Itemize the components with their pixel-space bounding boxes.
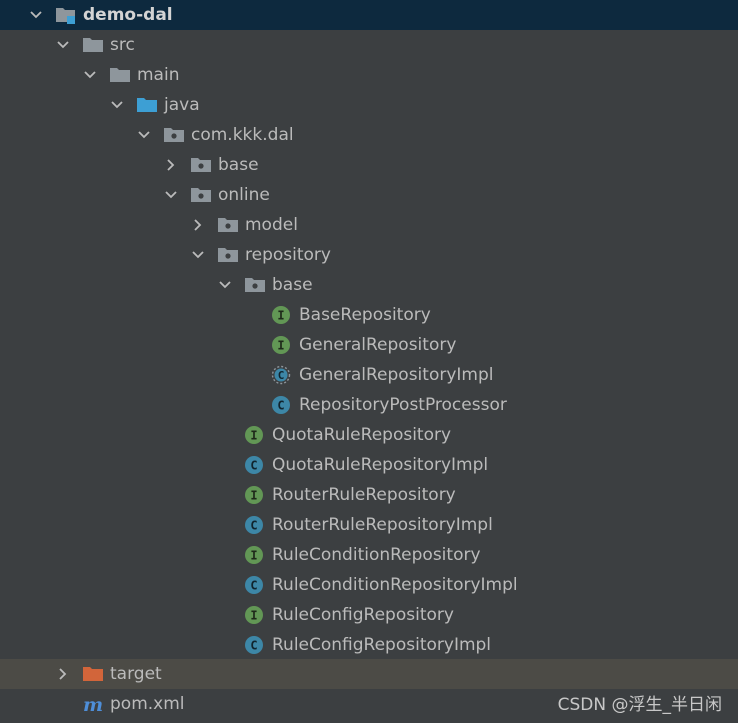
svg-text:m: m [83,694,103,714]
tree-node-label: RepositoryPostProcessor [299,395,507,415]
class-icon: C [271,395,291,415]
tree-node-java[interactable]: java [0,90,738,120]
svg-text:C: C [250,519,257,533]
chevron-down-icon[interactable] [218,278,232,292]
tree-node-label: base [272,275,313,295]
tree-node-package-com-kkk-dal[interactable]: com.kkk.dal [0,120,738,150]
tree-node-main[interactable]: main [0,60,738,90]
class-icon: C [244,575,264,595]
interface-icon: I [244,545,264,565]
svg-text:C: C [250,459,257,473]
tree-node-package-repository[interactable]: repository [0,240,738,270]
package-icon [217,215,238,235]
class-icon: C [244,515,264,535]
tree-node-file-quota-rule-repository[interactable]: I QuotaRuleRepository [0,420,738,450]
tree-node-label: pom.xml [110,694,185,714]
chevron-down-icon[interactable] [83,68,97,82]
abstract-class-icon: C [271,365,291,385]
package-icon [163,125,184,145]
tree-node-file-general-repository-impl[interactable]: C GeneralRepositoryImpl [0,360,738,390]
folder-icon [109,65,130,85]
svg-text:I: I [277,339,284,353]
class-icon: C [244,635,264,655]
interface-icon: I [271,305,291,325]
chevron-down-icon[interactable] [137,128,151,142]
svg-text:C: C [250,579,257,593]
tree-node-demo-dal[interactable]: demo-dal [0,0,738,30]
svg-text:I: I [250,489,257,503]
tree-node-file-quota-rule-repository-impl[interactable]: C QuotaRuleRepositoryImpl [0,450,738,480]
tree-node-file-rule-config-repository-impl[interactable]: C RuleConfigRepositoryImpl [0,630,738,660]
svg-text:C: C [277,399,284,413]
source-folder-icon [136,95,157,115]
tree-node-label: QuotaRuleRepository [272,425,452,445]
tree-node-label: RuleConfigRepositoryImpl [272,635,492,655]
chevron-down-icon[interactable] [29,8,43,22]
watermark: CSDN @浮生_半日闲 [557,695,722,715]
tree-node-file-rule-condition-repository[interactable]: I RuleConditionRepository [0,540,738,570]
package-icon [190,185,211,205]
tree-node-label: QuotaRuleRepositoryImpl [272,455,489,475]
tree-node-label: BaseRepository [299,305,431,325]
tree-node-target[interactable]: target [0,659,738,689]
tree-node-label: com.kkk.dal [191,125,294,145]
chevron-down-icon[interactable] [56,38,70,52]
svg-text:I: I [250,549,257,563]
tree-node-file-rule-condition-repository-impl[interactable]: C RuleConditionRepositoryImpl [0,570,738,600]
tree-node-src[interactable]: src [0,30,738,60]
chevron-right-icon[interactable] [164,158,178,172]
tree-node-label: base [218,155,259,175]
tree-node-file-rule-config-repository[interactable]: I RuleConfigRepository [0,600,738,630]
chevron-down-icon[interactable] [110,98,124,112]
tree-node-label: GeneralRepositoryImpl [299,365,494,385]
interface-icon: I [271,335,291,355]
tree-node-label: GeneralRepository [299,335,457,355]
tree-node-label: RuleConditionRepository [272,545,481,565]
chevron-right-icon[interactable] [56,667,70,681]
svg-text:I: I [250,609,257,623]
tree-node-label: src [110,35,135,55]
chevron-right-icon[interactable] [191,218,205,232]
svg-text:C: C [250,639,257,653]
folder-icon [82,35,103,55]
chevron-down-icon[interactable] [191,248,205,262]
tree-node-file-router-rule-repository-impl[interactable]: C RouterRuleRepositoryImpl [0,510,738,540]
package-icon [190,155,211,175]
tree-node-package-online[interactable]: online [0,180,738,210]
interface-icon: I [244,605,264,625]
package-icon [244,275,265,295]
module-folder-icon [55,5,75,25]
excluded-folder-icon [82,664,103,684]
tree-node-label: RouterRuleRepositoryImpl [272,515,493,535]
tree-node-label: online [218,185,270,205]
tree-node-label: RouterRuleRepository [272,485,456,505]
package-icon [217,245,238,265]
svg-text:I: I [277,309,284,323]
tree-node-file-base-repository[interactable]: I BaseRepository [0,300,738,330]
tree-node-file-router-rule-repository[interactable]: I RouterRuleRepository [0,480,738,510]
tree-node-file-general-repository[interactable]: I GeneralRepository [0,330,738,360]
class-icon: C [244,455,264,475]
tree-node-label: RuleConditionRepositoryImpl [272,575,518,595]
tree-node-label: java [164,95,200,115]
chevron-down-icon[interactable] [164,188,178,202]
tree-node-file-repository-post-processor[interactable]: C RepositoryPostProcessor [0,390,738,420]
svg-text:I: I [250,429,257,443]
tree-node-package-model[interactable]: model [0,210,738,240]
svg-text:C: C [278,369,285,382]
tree-node-package-base[interactable]: base [0,150,738,180]
maven-icon: m [81,694,105,714]
tree-node-label: target [110,664,162,684]
interface-icon: I [244,425,264,445]
interface-icon: I [244,485,264,505]
tree-node-label: demo-dal [83,5,173,25]
tree-node-label: repository [245,245,331,265]
tree-node-label: main [137,65,180,85]
tree-node-package-repository-base[interactable]: base [0,270,738,300]
tree-node-label: RuleConfigRepository [272,605,454,625]
tree-node-label: model [245,215,298,235]
